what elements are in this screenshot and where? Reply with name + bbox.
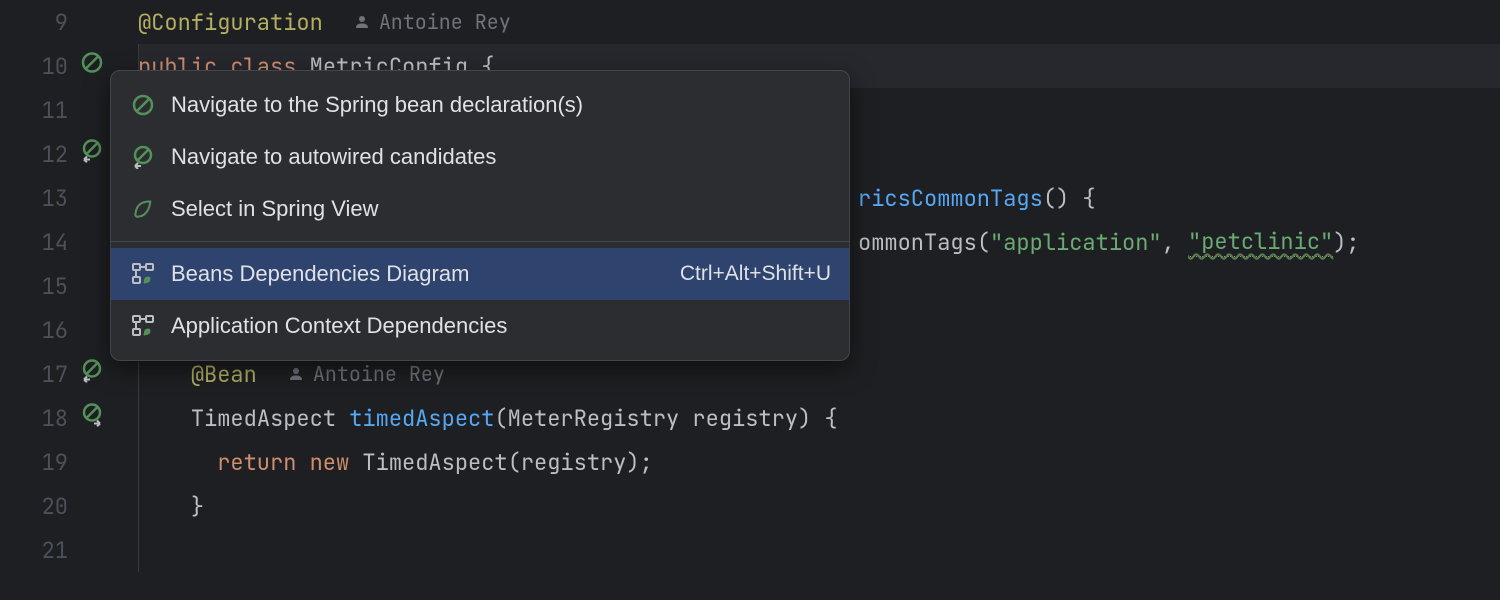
line-number: 9 [55,8,108,37]
code-line: TimedAspect timedAspect(MeterRegistry re… [138,396,1500,440]
spring-autowire-gutter-icon[interactable] [80,139,104,170]
keyword: new [296,448,349,477]
popup-item-navigate-bean[interactable]: Navigate to the Spring bean declaration(… [111,79,849,131]
gutter-line: 19 [0,440,108,484]
gutter-line: 10 [0,44,108,88]
gutter-line: 14 [0,220,108,264]
diagram-icon [129,260,157,288]
line-number: 14 [42,228,108,257]
popup-item-navigate-autowired[interactable]: Navigate to autowired candidates [111,131,849,183]
author-inlay-hint[interactable]: Antoine Rey [353,9,511,35]
gutter-line: 17 [0,352,108,396]
code-line: return new TimedAspect(registry); [138,440,1500,484]
spring-bean-gutter-icon[interactable] [80,51,104,82]
params: (MeterRegistry registry) { [494,404,837,433]
gutter-line: 20 [0,484,108,528]
line-number: 15 [42,272,108,301]
string-literal: "application" [990,228,1162,257]
gutter-popup-menu: Navigate to the Spring bean declaration(… [110,70,850,361]
gutter-line: 21 [0,528,108,572]
spring-bean-icon [129,91,157,119]
diagram-icon [129,312,157,340]
parens: () [1043,184,1069,213]
popup-item-beans-diagram[interactable]: Beans Dependencies Diagram Ctrl+Alt+Shif… [111,248,849,300]
method-call: ommonTags [858,228,977,257]
annotation: @Configuration [138,8,323,37]
method-name: timedAspect [349,404,494,433]
popup-item-label: Navigate to the Spring bean declaration(… [171,92,831,118]
gutter-line: 18 [0,396,108,440]
spring-leaf-icon [129,195,157,223]
line-number: 13 [42,184,108,213]
spring-autowire-gutter-icon[interactable] [80,359,104,390]
popup-item-app-context-deps[interactable]: Application Context Dependencies [111,300,849,352]
gutter-line: 16 [0,308,108,352]
gutter-line: 12 [0,132,108,176]
spring-autowire-gutter-icon[interactable] [80,403,104,434]
line-number: 20 [42,492,108,521]
keyword: return [217,448,296,477]
popup-item-select-spring-view[interactable]: Select in Spring View [111,183,849,235]
code-line: @Configuration Antoine Rey [138,0,1500,44]
line-number: 19 [42,448,108,477]
constructor-call: TimedAspect(registry); [349,448,653,477]
gutter: 9 10 11 12 13 14 15 16 17 [0,0,108,600]
popup-separator [111,241,849,242]
string-literal: "petclinic" [1188,227,1333,257]
author-inlay-hint[interactable]: Antoine Rey [287,361,445,387]
line-number: 21 [42,536,108,565]
code-line: } [138,484,1500,528]
brace: } [191,492,204,521]
popup-item-label: Application Context Dependencies [171,313,831,339]
brace: { [1069,184,1095,213]
type: TimedAspect [191,404,349,433]
author-name: Antoine Rey [313,361,445,387]
gutter-line: 9 [0,0,108,44]
popup-item-label: Select in Spring View [171,196,831,222]
gutter-line: 13 [0,176,108,220]
popup-item-label: Beans Dependencies Diagram [171,261,680,287]
line-number: 16 [42,316,108,345]
spring-autowire-icon [129,143,157,171]
gutter-line: 15 [0,264,108,308]
popup-item-label: Navigate to autowired candidates [171,144,831,170]
author-name: Antoine Rey [379,9,511,35]
line-number: 11 [42,96,108,125]
gutter-line: 11 [0,88,108,132]
method-name: ricsCommonTags [858,184,1043,213]
person-icon [287,365,305,383]
person-icon [353,13,371,31]
code-line [138,528,1500,572]
popup-item-shortcut: Ctrl+Alt+Shift+U [680,262,831,286]
annotation: @Bean [191,360,257,389]
